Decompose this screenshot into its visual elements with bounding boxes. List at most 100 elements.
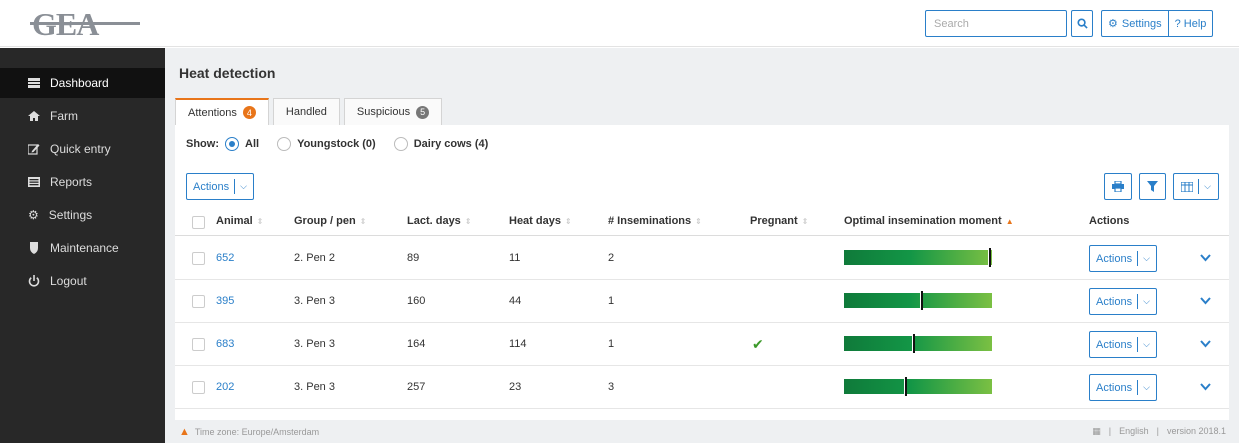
power-icon — [28, 275, 40, 287]
radio-all[interactable] — [225, 137, 239, 151]
expand-row-icon[interactable] — [1200, 251, 1211, 265]
heat-days-cell: 44 — [509, 295, 522, 307]
group-cell: 2. Pen 2 — [294, 252, 335, 264]
sort-icon: ⇕ — [695, 216, 702, 226]
row-actions-button[interactable]: Actions ⌵ — [1089, 288, 1157, 315]
animal-link[interactable]: 652 — [216, 252, 234, 264]
radio-dairy-cows[interactable] — [393, 137, 408, 151]
table-row: 202 3. Pen 3 257 23 3 Actions ⌵ — [175, 366, 1229, 409]
sidebar: Dashboard Farm Quick entry Reports ⚙ Set… — [0, 48, 165, 443]
tab-attentions[interactable]: Attentions 4 — [175, 98, 269, 125]
heat-days-cell: 114 — [509, 338, 527, 350]
tab-badge: 4 — [242, 106, 256, 119]
print-button[interactable] — [1104, 173, 1133, 200]
row-checkbox[interactable] — [192, 252, 205, 265]
row-checkbox[interactable] — [192, 381, 205, 394]
inseminations-cell: 1 — [608, 338, 615, 350]
animal-link[interactable]: 202 — [216, 381, 234, 393]
table-tools: ⌵ — [1104, 173, 1219, 200]
footer-right: ▦ | English | version 2018.1 — [1092, 426, 1226, 437]
column-heat-days[interactable]: Heat days ⇕ — [509, 215, 572, 227]
lact-days-cell: 257 — [407, 381, 426, 393]
row-actions-button[interactable]: Actions ⌵ — [1089, 245, 1157, 272]
chevron-down-icon: ⌵ — [1204, 181, 1211, 191]
tab-suspicious[interactable]: Suspicious 5 — [343, 98, 443, 125]
chevron-down-icon: ⌵ — [240, 181, 247, 191]
top-bar: GEA ⚙ Settings ? Help — [0, 0, 1239, 47]
sidebar-item-settings[interactable]: ⚙ Settings — [0, 200, 165, 230]
radio-youngstock[interactable] — [277, 137, 292, 151]
sidebar-item-quick-entry[interactable]: Quick entry — [0, 134, 165, 164]
page-title: Heat detection — [179, 65, 276, 81]
sidebar-item-maintenance[interactable]: Maintenance — [0, 233, 165, 263]
chevron-down-icon: ⌵ — [1143, 296, 1150, 306]
inseminations-cell: 3 — [608, 381, 615, 393]
row-checkbox[interactable] — [192, 338, 205, 351]
columns-icon — [1181, 181, 1194, 192]
expand-row-icon[interactable] — [1200, 294, 1211, 308]
version-label: version 2018.1 — [1166, 426, 1226, 436]
gears-icon: ⚙ — [28, 208, 39, 222]
sidebar-item-dashboard[interactable]: Dashboard — [0, 68, 165, 98]
edit-icon — [28, 144, 40, 155]
gears-icon: ⚙ — [1108, 18, 1118, 30]
sidebar-item-logout[interactable]: Logout — [0, 266, 165, 296]
insemination-moment-bar — [844, 248, 992, 267]
column-inseminations[interactable]: # Inseminations ⇕ — [608, 215, 702, 227]
row-actions-button[interactable]: Actions ⌵ — [1089, 331, 1157, 358]
table-row: 683 3. Pen 3 164 114 1 ✔ Actions ⌵ — [175, 323, 1229, 366]
sidebar-item-farm[interactable]: Farm — [0, 101, 165, 131]
moment-marker — [989, 248, 991, 267]
animal-link[interactable]: 683 — [216, 338, 234, 350]
tab-handled[interactable]: Handled — [272, 98, 340, 125]
insemination-moment-bar — [844, 291, 992, 310]
reports-icon — [28, 177, 40, 187]
table-row: 395 3. Pen 3 160 44 1 Actions ⌵ — [175, 280, 1229, 323]
select-all-checkbox[interactable] — [192, 216, 205, 229]
search-input[interactable] — [925, 10, 1067, 37]
expand-row-icon[interactable] — [1200, 380, 1211, 394]
lact-days-cell: 89 — [407, 252, 420, 264]
warning-icon: ▲ — [179, 426, 190, 438]
column-pregnant[interactable]: Pregnant ⇕ — [750, 215, 808, 227]
inseminations-cell: 1 — [608, 295, 615, 307]
insemination-moment-bar — [844, 334, 992, 353]
help-button[interactable]: ? Help — [1169, 11, 1213, 36]
main-content: Heat detection Attentions 4 Handled Susp… — [165, 48, 1239, 443]
show-label: Show: — [186, 138, 219, 150]
settings-button[interactable]: ⚙ Settings — [1102, 11, 1168, 36]
column-group[interactable]: Group / pen ⇕ — [294, 215, 366, 227]
filter-button[interactable] — [1139, 173, 1167, 200]
group-cell: 3. Pen 3 — [294, 295, 335, 307]
inseminations-cell: 2 — [608, 252, 615, 264]
chevron-down-icon: ⌵ — [1143, 382, 1150, 392]
columns-button[interactable]: ⌵ — [1173, 173, 1219, 200]
column-lact-days[interactable]: Lact. days ⇕ — [407, 215, 472, 227]
animal-link[interactable]: 395 — [216, 295, 234, 307]
insemination-moment-bar — [844, 377, 992, 396]
language-link[interactable]: English — [1119, 426, 1149, 437]
moment-marker — [905, 377, 907, 396]
sort-up-icon: ▲ — [1005, 216, 1014, 226]
column-optimal-moment[interactable]: Optimal insemination moment ▲ — [844, 215, 1014, 227]
group-cell: 3. Pen 3 — [294, 338, 335, 350]
bulk-actions-button[interactable]: Actions ⌵ — [186, 173, 254, 200]
shield-icon — [30, 242, 38, 254]
dashboard-icon — [28, 78, 40, 88]
table-header: Animal ⇕ Group / pen ⇕ Lact. days ⇕ Heat da… — [175, 209, 1229, 236]
row-checkbox[interactable] — [192, 295, 205, 308]
sidebar-item-reports[interactable]: Reports — [0, 167, 165, 197]
grid-icon: ▦ — [1092, 426, 1101, 436]
tab-badge: 5 — [416, 105, 430, 119]
column-animal[interactable]: Animal ⇕ — [216, 215, 263, 227]
search-button[interactable] — [1071, 10, 1093, 37]
lact-days-cell: 164 — [407, 338, 426, 350]
expand-row-icon[interactable] — [1200, 337, 1211, 351]
heat-detection-card: Show: All Youngstock (0) Dairy cows (4) … — [175, 125, 1229, 420]
pregnant-check-icon: ✔ — [752, 336, 764, 352]
header-button-group: ⚙ Settings ? Help — [1101, 10, 1214, 37]
footer-timezone: ▲ Time zone: Europe/Amsterdam — [179, 426, 320, 438]
sort-icon: ⇕ — [359, 216, 367, 226]
row-actions-button[interactable]: Actions ⌵ — [1089, 374, 1157, 401]
gea-logo: GEA — [30, 8, 140, 40]
